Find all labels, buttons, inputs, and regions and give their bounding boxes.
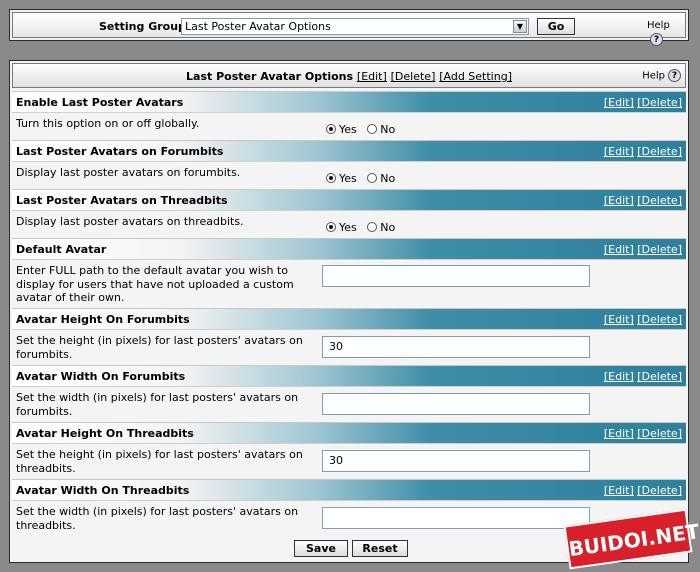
radio-no[interactable] (367, 173, 378, 183)
setting-body: Display last poster avatars on forumbits… (12, 161, 686, 189)
help-label: Help (642, 70, 665, 82)
setting-body: Set the height (in pixels) for last post… (12, 329, 686, 365)
edit-link[interactable]: [Edit] (604, 96, 634, 109)
setting-title: Avatar Width On Threadbits (16, 484, 190, 497)
setting-header: Avatar Height On Threadbits [Edit] [Dele… (12, 422, 686, 443)
setting-title: Last Poster Avatars on Threadbits (16, 194, 228, 207)
radio-yes[interactable] (326, 173, 336, 183)
delete-link[interactable]: [Delete] (637, 96, 682, 109)
help-link[interactable]: Help? (647, 19, 685, 48)
setting-links: [Edit] [Delete] (604, 427, 682, 440)
setting-links: [Edit] [Delete] (604, 243, 682, 256)
delete-link[interactable]: [Delete] (637, 370, 682, 383)
setting-links: [Edit] [Delete] (604, 313, 682, 326)
setting-group-panel: Setting Group Last Poster Avatar Options… (9, 9, 689, 46)
go-button[interactable]: Go (537, 18, 575, 35)
setting-links: [Edit] [Delete] (604, 145, 682, 158)
setting-description: Set the height (in pixels) for last post… (16, 448, 303, 475)
setting-description: Display last poster avatars on threadbit… (16, 215, 244, 228)
delete-link[interactable]: [Delete] (637, 243, 682, 256)
avatar-width-forumbits-input[interactable] (322, 393, 590, 415)
setting-links: [Edit] [Delete] (604, 484, 682, 497)
setting-header: Avatar Width On Threadbits [Edit] [Delet… (12, 479, 686, 500)
setting-header: Avatar Height On Forumbits [Edit] [Delet… (12, 308, 686, 329)
edit-link[interactable]: [Edit] (604, 427, 634, 440)
avatar-height-threadbits-input[interactable]: 30 (322, 450, 590, 472)
help-label: Help (647, 20, 670, 31)
setting-title: Avatar Height On Threadbits (16, 427, 194, 440)
edit-link[interactable]: [Edit] (604, 243, 634, 256)
setting-description: Turn this option on or off globally. (16, 117, 200, 130)
radio-yes-label: Yes (339, 123, 357, 136)
setting-description: Set the width (in pixels) for last poste… (16, 505, 299, 532)
radio-yes-label: Yes (339, 172, 357, 185)
yes-no-radio-group: Yes No (326, 221, 395, 234)
radio-no[interactable] (367, 124, 378, 134)
edit-link[interactable]: [Edit] (604, 370, 634, 383)
setting-body: Turn this option on or off globally. Yes… (12, 112, 686, 140)
delete-link[interactable]: [Delete] (637, 484, 682, 497)
setting-group-bar: Setting Group Last Poster Avatar Options… (12, 12, 686, 46)
edit-link[interactable]: [Edit] (604, 313, 634, 326)
add-setting-link[interactable]: [Add Setting] (439, 70, 512, 83)
radio-no[interactable] (367, 222, 378, 232)
setting-links: [Edit] [Delete] (604, 96, 682, 109)
delete-group-link[interactable]: [Delete] (391, 70, 436, 83)
setting-body: Enter FULL path to the default avatar yo… (12, 259, 686, 308)
settings-panel: Last Poster Avatar Options [Edit] [Delet… (9, 60, 689, 563)
yes-no-radio-group: Yes No (326, 172, 395, 185)
help-icon[interactable]: ? (650, 33, 663, 46)
setting-header: Last Poster Avatars on Forumbits [Edit] … (12, 140, 686, 161)
yes-no-radio-group: Yes No (326, 123, 395, 136)
help-link[interactable]: Help? (642, 69, 681, 84)
setting-group-label: Setting Group (99, 20, 186, 33)
radio-no-label: No (380, 221, 396, 234)
setting-header: Default Avatar [Edit] [Delete] (12, 238, 686, 259)
default-avatar-input[interactable] (322, 265, 590, 287)
radio-yes[interactable] (326, 222, 336, 232)
save-button[interactable]: Save (294, 540, 348, 557)
delete-link[interactable]: [Delete] (637, 427, 682, 440)
setting-description: Set the width (in pixels) for last poste… (16, 391, 299, 418)
edit-group-link[interactable]: [Edit] (357, 70, 387, 83)
setting-title: Avatar Height On Forumbits (16, 313, 190, 326)
setting-title: Last Poster Avatars on Forumbits (16, 145, 224, 158)
page-title-text: Last Poster Avatar Options (186, 70, 354, 83)
setting-description: Enter FULL path to the default avatar yo… (16, 264, 294, 304)
setting-title: Default Avatar (16, 243, 107, 256)
avatar-height-forumbits-input[interactable]: 30 (322, 336, 590, 358)
setting-header: Enable Last Poster Avatars [Edit] [Delet… (12, 91, 686, 112)
setting-description: Display last poster avatars on forumbits… (16, 166, 241, 179)
setting-links: [Edit] [Delete] (604, 194, 682, 207)
setting-title: Avatar Width On Forumbits (16, 370, 186, 383)
edit-link[interactable]: [Edit] (604, 484, 634, 497)
help-icon[interactable]: ? (668, 69, 681, 82)
setting-header: Last Poster Avatars on Threadbits [Edit]… (12, 189, 686, 210)
delete-link[interactable]: [Delete] (637, 313, 682, 326)
edit-link[interactable]: [Edit] (604, 194, 634, 207)
setting-body: Set the height (in pixels) for last post… (12, 443, 686, 479)
setting-header: Avatar Width On Forumbits [Edit] [Delete… (12, 365, 686, 386)
avatar-width-threadbits-input[interactable] (322, 507, 590, 529)
radio-yes[interactable] (326, 124, 336, 134)
setting-group-value: Last Poster Avatar Options (185, 20, 331, 33)
delete-link[interactable]: [Delete] (637, 145, 682, 158)
chevron-down-icon[interactable]: ▼ (513, 20, 527, 33)
delete-link[interactable]: [Delete] (637, 194, 682, 207)
radio-no-label: No (380, 123, 396, 136)
page-title: Last Poster Avatar Options [Edit] [Delet… (13, 70, 685, 83)
settings-panel-header: Last Poster Avatar Options [Edit] [Delet… (12, 63, 686, 88)
setting-group-select[interactable]: Last Poster Avatar Options ▼ (181, 18, 529, 35)
reset-button[interactable]: Reset (352, 540, 408, 557)
setting-links: [Edit] [Delete] (604, 370, 682, 383)
setting-body: Display last poster avatars on threadbit… (12, 210, 686, 238)
setting-body: Set the width (in pixels) for last poste… (12, 386, 686, 422)
radio-yes-label: Yes (339, 221, 357, 234)
radio-no-label: No (380, 172, 396, 185)
setting-description: Set the height (in pixels) for last post… (16, 334, 303, 361)
setting-title: Enable Last Poster Avatars (16, 96, 184, 109)
edit-link[interactable]: [Edit] (604, 145, 634, 158)
